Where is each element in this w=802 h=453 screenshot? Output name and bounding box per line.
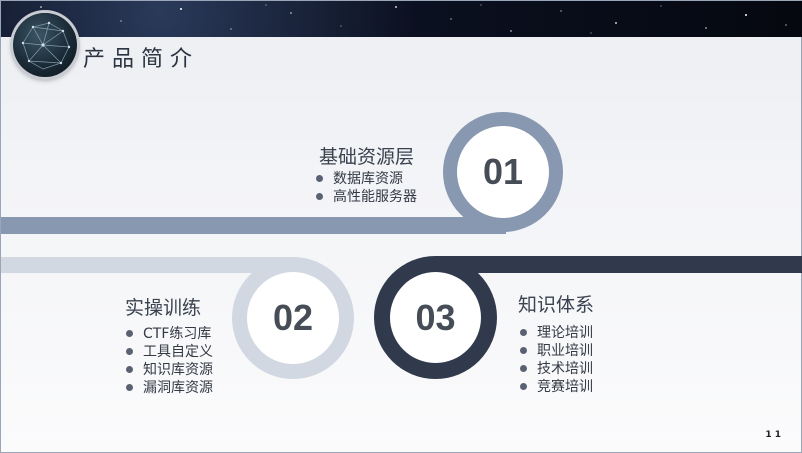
bullet-icon [520, 364, 527, 372]
list-item: 职业培训 [520, 341, 593, 359]
bullet-icon [520, 382, 527, 390]
bullet-icon [126, 329, 133, 337]
list-item: 竞赛培训 [520, 377, 593, 395]
list-item: CTF练习库 [126, 324, 213, 342]
section-01-list: 数据库资源 高性能服务器 [316, 169, 417, 205]
list-item: 数据库资源 [316, 169, 417, 187]
page-title: 产品简介 [83, 47, 200, 72]
section-03-list: 理论培训 职业培训 技术培训 竞赛培训 [520, 323, 593, 395]
list-item: 漏洞库资源 [126, 378, 213, 396]
section-02-heading: 实操训练 [125, 297, 202, 319]
stars-decoration [40, 4, 787, 34]
network-globe-logo [13, 13, 77, 77]
dark-band [435, 256, 802, 273]
light-band [1, 257, 291, 273]
section-03-number: 03 [390, 272, 481, 363]
bullet-icon [126, 383, 133, 391]
bullet-icon [316, 192, 323, 200]
section-01-heading: 基础资源层 [319, 146, 415, 168]
bullet-icon [316, 174, 323, 182]
section-02-list: CTF练习库 工具自定义 知识库资源 漏洞库资源 [126, 324, 213, 396]
section-02-number: 02 [247, 272, 339, 364]
steel-band [1, 217, 506, 234]
bullet-icon [520, 346, 527, 354]
list-item: 理论培训 [520, 323, 593, 341]
list-item: 技术培训 [520, 359, 593, 377]
list-item: 知识库资源 [126, 360, 213, 378]
list-item: 高性能服务器 [316, 187, 417, 205]
bullet-icon [126, 365, 133, 373]
page-number: 1 1 [765, 430, 781, 440]
network-mesh-icon [21, 21, 71, 70]
section-03-heading: 知识体系 [518, 294, 595, 316]
bullet-icon [126, 347, 133, 355]
list-item: 工具自定义 [126, 342, 213, 360]
bullet-icon [520, 328, 527, 336]
starfield-banner [1, 1, 802, 37]
section-01-number: 01 [457, 126, 549, 218]
